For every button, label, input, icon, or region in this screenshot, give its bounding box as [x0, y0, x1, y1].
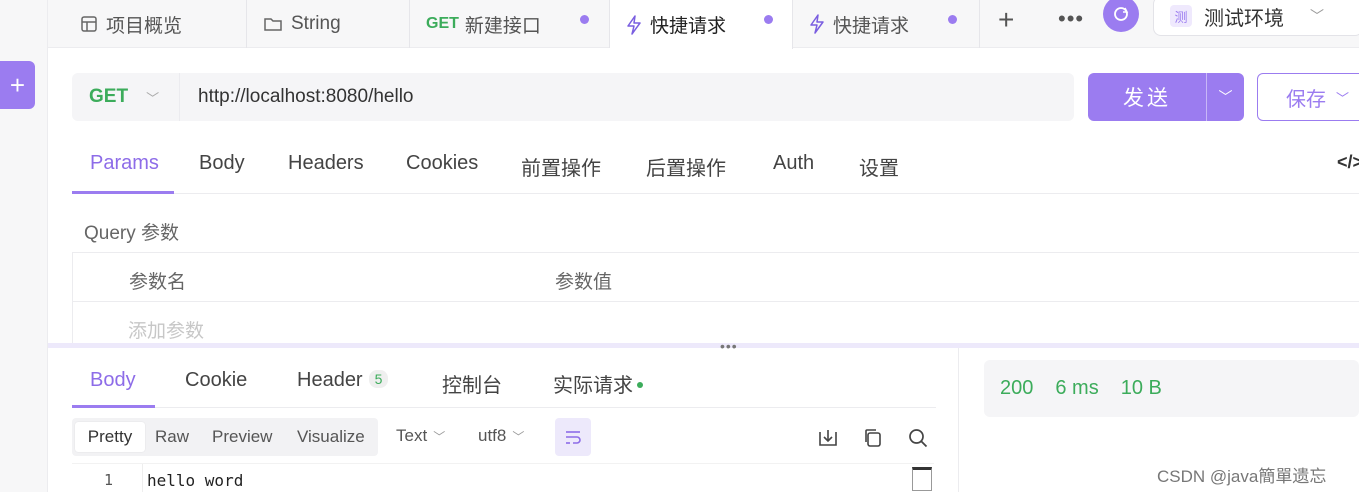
format-pretty-button[interactable]: Pretty — [75, 422, 145, 452]
tab-label: String — [291, 13, 341, 34]
format-visualize-button[interactable]: Visualize — [297, 422, 365, 452]
response-body-text: hello word — [147, 471, 244, 490]
download-icon[interactable] — [817, 427, 839, 449]
active-tab-underline — [72, 405, 155, 408]
method-badge: GET — [426, 15, 459, 32]
tab-response-cookie[interactable]: Cookie — [185, 369, 247, 392]
status-dot-icon — [637, 382, 643, 388]
encoding-select[interactable]: utf8 ﹀ — [478, 426, 524, 446]
col-param-name: 参数名 — [129, 272, 187, 293]
response-size: 10 B — [1120, 377, 1162, 399]
tab-label: 快捷请求 — [650, 16, 727, 37]
chevron-down-icon: ﹀ — [146, 90, 160, 106]
editor-gutter — [142, 464, 143, 492]
panel-resize-handle[interactable] — [48, 343, 1359, 348]
format-toggle-group: Pretty Raw Preview Visualize — [72, 418, 378, 456]
search-icon[interactable] — [907, 427, 929, 449]
tab-console[interactable]: 控制台 — [442, 369, 502, 398]
unsaved-dot-icon — [948, 15, 957, 24]
add-param-input[interactable]: 添加参数 — [128, 316, 204, 343]
tab-auth[interactable]: Auth — [773, 152, 814, 175]
tab-response-header[interactable]: Header 5 — [297, 369, 389, 392]
folder-icon — [263, 15, 283, 33]
header-tab-label: Header — [297, 369, 363, 391]
add-icon[interactable]: + — [0, 61, 35, 109]
save-button[interactable]: 保存 ﹀ — [1257, 73, 1359, 121]
response-tabs: Body Cookie Header 5 控制台 实际请求 — [72, 360, 936, 408]
tab-params[interactable]: Params — [90, 152, 159, 175]
tab-body[interactable]: Body — [199, 152, 245, 175]
header-count-badge: 5 — [368, 370, 389, 388]
params-table-header: 参数名 参数值 — [73, 253, 1359, 302]
chevron-down-icon: ﹀ — [1336, 90, 1350, 106]
tab-quick-request[interactable]: 快捷请求 — [793, 0, 980, 48]
chevron-down-icon: ﹀ — [512, 430, 525, 444]
code-icon[interactable]: </> — [1337, 152, 1359, 173]
watermark: CSDN @java簡單遗忘 — [1157, 467, 1327, 486]
unsaved-dot-icon — [580, 15, 589, 24]
tab-cookies[interactable]: Cookies — [406, 152, 478, 175]
response-status: 200 6 ms 10 B — [984, 360, 1359, 417]
format-raw-button[interactable]: Raw — [155, 422, 189, 452]
sync-icon[interactable] — [1103, 0, 1139, 32]
col-param-value: 参数值 — [555, 272, 613, 293]
unsaved-dot-icon — [764, 15, 773, 24]
tab-label: 快捷请求 — [833, 15, 910, 37]
url-input[interactable]: http://localhost:8080/hello — [180, 86, 414, 108]
tab-string[interactable]: String — [247, 0, 410, 48]
status-code: 200 — [1000, 377, 1034, 399]
lightning-icon — [626, 14, 642, 35]
chevron-down-icon: ﹀ — [1310, 8, 1324, 24]
tab-project-overview[interactable]: 项目概览 — [64, 0, 247, 48]
encoding-label: utf8 — [478, 426, 507, 445]
send-label: 发送 — [1123, 87, 1171, 110]
tab-new-api[interactable]: GET 新建接口 — [410, 0, 610, 48]
request-tabs: Params Body Headers Cookies 前置操作 后置操作 Au… — [72, 140, 1359, 194]
response-time: 6 ms — [1055, 377, 1099, 399]
grid-icon — [80, 15, 98, 33]
drag-handle-icon[interactable]: ••• — [720, 338, 738, 354]
tab-actual-request[interactable]: 实际请求 — [553, 369, 643, 398]
send-dropdown-icon[interactable]: ﹀ — [1207, 87, 1244, 107]
url-bar: GET ﹀ http://localhost:8080/hello — [72, 73, 1074, 121]
chevron-down-icon: ﹀ — [433, 430, 446, 444]
environment-badge: 测 — [1170, 5, 1192, 27]
params-table: 参数名 参数值 添加参数 — [72, 252, 1359, 344]
method-label: GET — [89, 86, 129, 107]
tab-post-ops[interactable]: 后置操作 — [646, 152, 726, 181]
more-icon[interactable]: ••• — [1058, 6, 1084, 32]
format-type-select[interactable]: Text ﹀ — [396, 426, 445, 446]
tab-headers[interactable]: Headers — [288, 152, 364, 175]
response-body-editor[interactable]: 1 hello word — [72, 463, 934, 492]
tab-quick-request-active[interactable]: 快捷请求 — [610, 0, 793, 49]
tab-label: 项目概览 — [106, 15, 183, 37]
format-type-label: Text — [396, 426, 428, 445]
line-number: 1 — [104, 471, 114, 489]
tab-settings[interactable]: 设置 — [859, 152, 899, 181]
format-preview-button[interactable]: Preview — [212, 422, 272, 452]
editor-scrollbar[interactable] — [912, 467, 932, 491]
panel-divider — [958, 348, 959, 492]
tab-bar: 项目概览 String GET 新建接口 快捷请求 快捷请求 + ••• 测 测… — [48, 0, 1359, 49]
actual-request-label: 实际请求 — [553, 375, 633, 397]
send-button[interactable]: 发送 ﹀ — [1088, 73, 1244, 121]
tab-response-body[interactable]: Body — [90, 369, 136, 392]
save-label: 保存 — [1286, 88, 1326, 111]
new-tab-plus-icon[interactable]: + — [998, 4, 1014, 36]
lightning-icon — [809, 14, 825, 34]
word-wrap-icon[interactable] — [555, 418, 591, 456]
query-params-label: Query 参数 — [84, 223, 180, 244]
environment-label: 测试环境 — [1204, 7, 1284, 30]
environment-select[interactable]: 测 测试环境 ﹀ — [1153, 0, 1359, 36]
tab-pre-ops[interactable]: 前置操作 — [521, 152, 601, 181]
tab-label: 新建接口 — [464, 15, 541, 37]
copy-icon[interactable] — [862, 427, 884, 449]
active-tab-underline — [72, 191, 174, 194]
method-select[interactable]: GET ﹀ — [72, 73, 180, 121]
